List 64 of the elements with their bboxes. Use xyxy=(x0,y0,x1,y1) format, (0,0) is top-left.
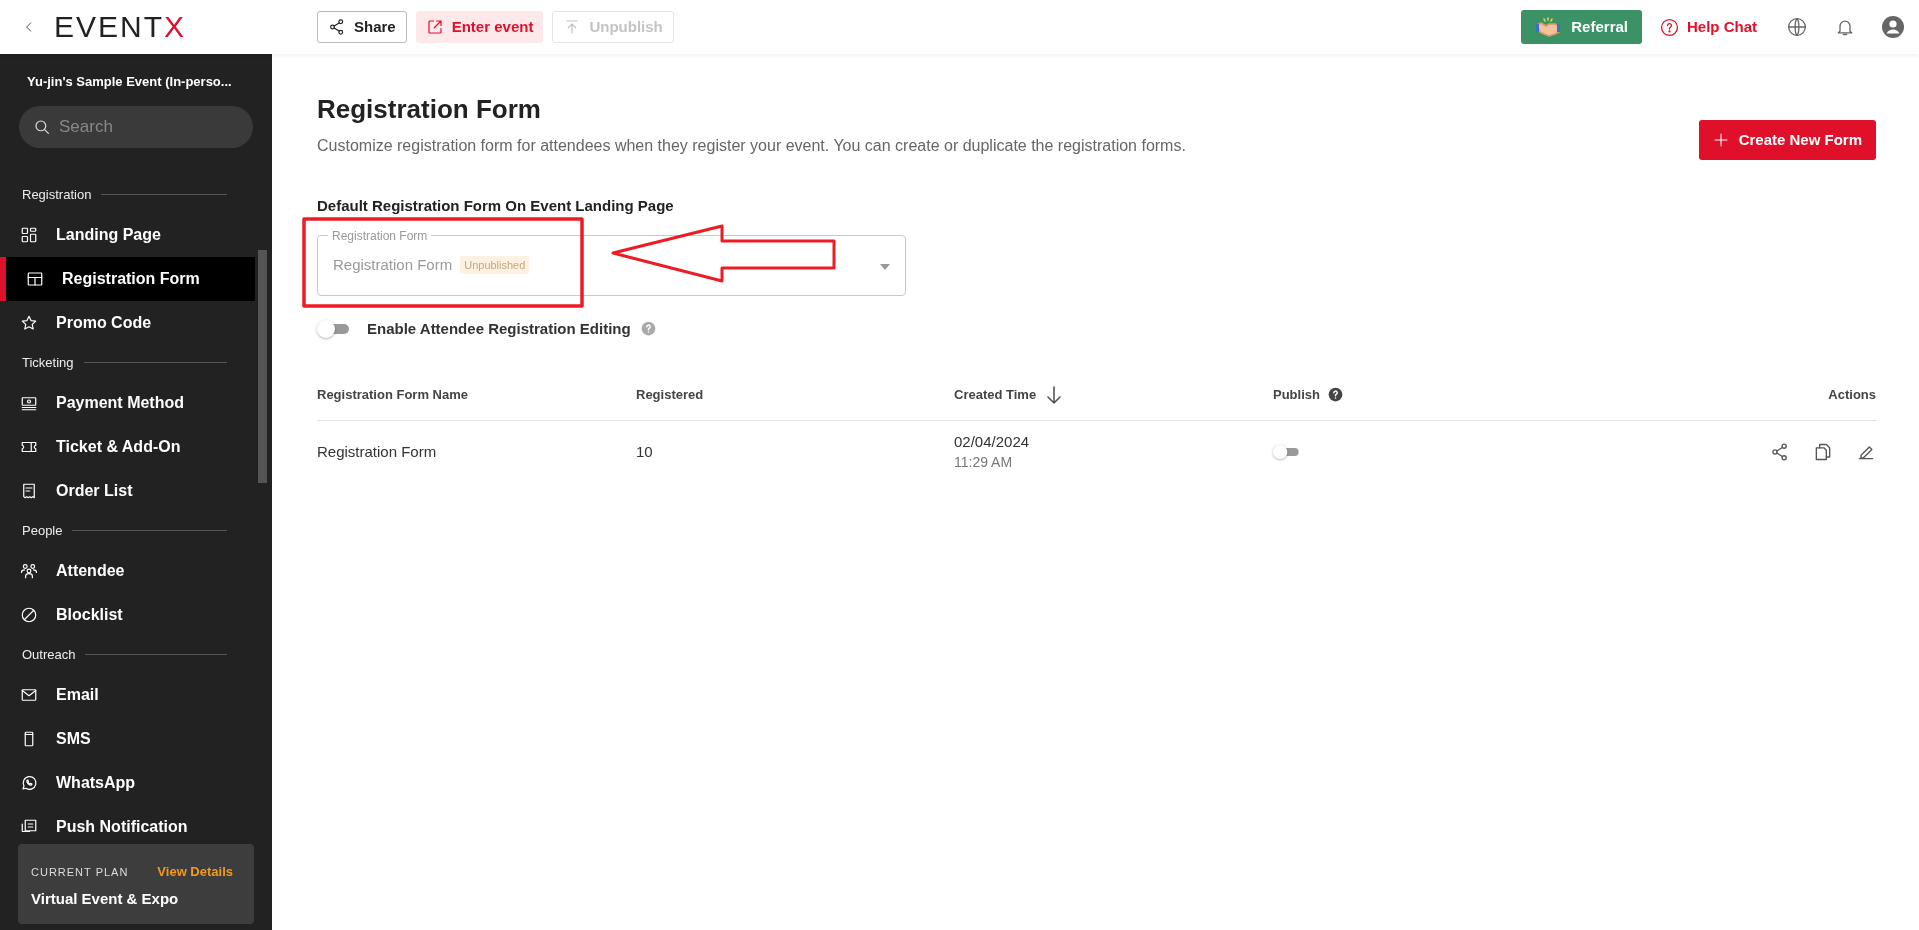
nav-item[interactable]: Attendee xyxy=(0,548,255,593)
copy-icon[interactable] xyxy=(1813,442,1833,462)
star-icon xyxy=(20,313,38,332)
nav-item[interactable]: WhatsApp xyxy=(0,760,255,805)
plus-icon xyxy=(1712,132,1729,148)
section-heading: Default Registration Form On Event Landing Page xyxy=(317,196,675,216)
logo-text: EVENT xyxy=(54,12,165,42)
column-header: Registration Form Name xyxy=(317,385,469,404)
status-badge: Unpublished xyxy=(460,255,530,275)
page-title: Registration Form xyxy=(317,93,542,126)
section-label: Outreach xyxy=(22,645,76,664)
table-cell-text: 11:29 AM xyxy=(954,453,1014,472)
search-icon xyxy=(33,117,51,136)
table-cell-text: 02/04/2024 xyxy=(954,432,1031,452)
search-field[interactable]: Search xyxy=(19,105,253,148)
share-icon[interactable] xyxy=(1770,442,1790,462)
plan-caption: CURRENT PLAN xyxy=(31,864,129,880)
sort-arrow-icon[interactable] xyxy=(1046,385,1063,404)
scrollbar-thumb[interactable] xyxy=(258,250,267,483)
table-cell-text: Registration Form xyxy=(317,441,438,462)
view-details-link[interactable]: View Details xyxy=(157,862,233,882)
nav-item[interactable]: Order List xyxy=(0,468,255,513)
toolbar-button[interactable]: Share xyxy=(317,11,407,43)
external-link-icon xyxy=(425,18,444,36)
referral-button[interactable]: Referral xyxy=(1521,10,1642,44)
help-chat-button[interactable]: Help Chat xyxy=(1660,15,1757,39)
block-icon xyxy=(20,605,38,624)
nav-item[interactable]: Landing Page xyxy=(0,212,255,257)
globe-icon[interactable] xyxy=(1787,17,1807,37)
nav-item[interactable]: Promo Code xyxy=(0,300,255,345)
receipt-icon xyxy=(20,481,38,500)
page-description: Customize registration form for attendees when they register your event. You can create or duplicate the registration forms. xyxy=(317,136,1187,156)
column-header: Actions xyxy=(1828,385,1876,404)
section-label: People xyxy=(22,521,63,540)
nav-item[interactable]: Push Notification xyxy=(0,804,255,840)
share-icon xyxy=(328,18,346,36)
column-header: Created Time xyxy=(954,385,1037,404)
user-avatar-icon[interactable] xyxy=(1881,15,1905,39)
handshake-icon xyxy=(1535,17,1562,37)
plan-name: Virtual Event & Expo xyxy=(31,888,180,909)
nav-item[interactable]: Registration Form xyxy=(0,256,255,301)
section-label: Ticketing xyxy=(22,353,74,372)
help-icon xyxy=(1660,17,1679,37)
nav-item[interactable]: Blocklist xyxy=(0,592,255,637)
selected-value: Registration Form xyxy=(333,254,453,275)
table-icon xyxy=(26,269,44,288)
toolbar-button[interactable]: Enter event xyxy=(415,11,544,43)
toggle-label: Enable Attendee Registration Editing xyxy=(367,318,631,339)
logo-accent: X xyxy=(164,12,187,42)
nav-item[interactable]: Email xyxy=(0,672,255,717)
chat-bubble-icon xyxy=(20,773,38,792)
help-icon[interactable] xyxy=(1327,387,1343,402)
event-name: Yu-jin's Sample Event (In-perso... xyxy=(26,73,233,91)
column-header: Publish xyxy=(1273,385,1320,404)
layout-icon xyxy=(20,225,38,244)
nav-item[interactable]: SMS xyxy=(0,716,255,761)
create-new-form-button[interactable]: Create New Form xyxy=(1698,120,1876,160)
people-icon xyxy=(20,561,38,580)
section-label: Registration xyxy=(22,185,92,204)
table-cell-text: 10 xyxy=(636,441,654,462)
column-header: Registered xyxy=(636,385,705,404)
nav-item[interactable]: Ticket & Add-On xyxy=(0,424,255,469)
dropdown-caret-icon xyxy=(879,262,891,271)
nav-item[interactable]: Payment Method xyxy=(0,380,255,425)
